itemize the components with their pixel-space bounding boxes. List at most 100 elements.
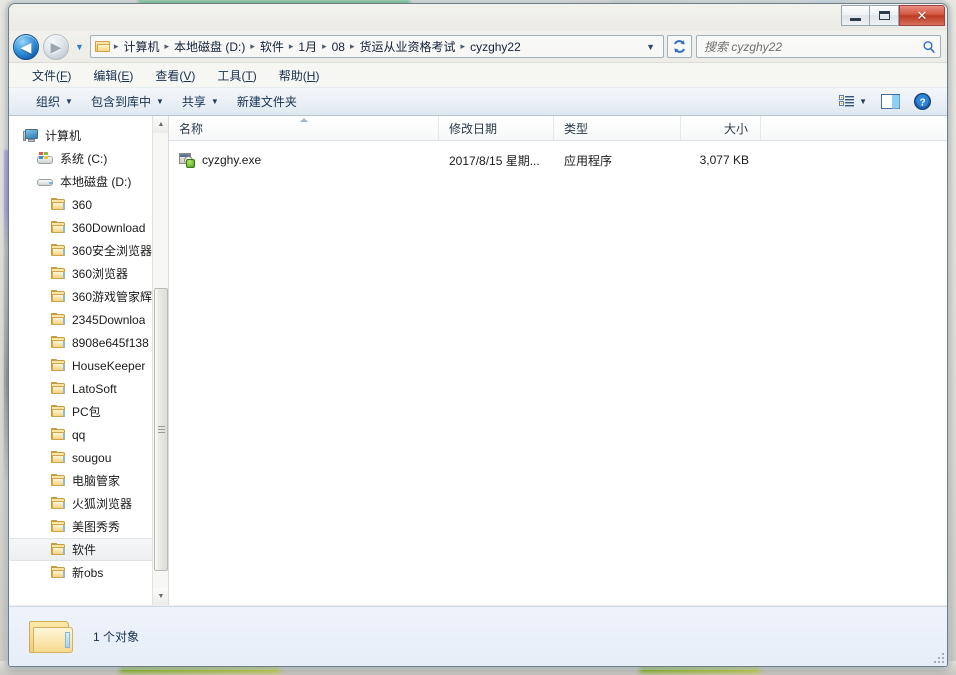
folder-icon [51, 497, 66, 510]
minimize-icon [850, 17, 861, 21]
breadcrumb-dropdown-icon[interactable]: ▼ [638, 42, 661, 52]
breadcrumb-separator: ▸ [113, 41, 119, 51]
view-options-button[interactable]: ▼ [833, 92, 873, 112]
nav-item-17[interactable]: 美图秀秀 [9, 515, 168, 538]
folder-icon [51, 198, 66, 211]
help-button[interactable]: ? [908, 90, 937, 113]
search-placeholder: 搜索 cyzghy22 [704, 40, 783, 54]
nav-item-label: PC包 [72, 405, 101, 419]
resize-grip[interactable] [933, 652, 945, 664]
breadcrumb-item-4[interactable]: 08 [329, 38, 348, 56]
breadcrumb-separator: ▸ [288, 41, 294, 51]
nav-item-18[interactable]: 软件 [9, 538, 156, 561]
nav-item-13[interactable]: qq [9, 423, 168, 446]
menu-item-edit[interactable]: 编辑(E) [82, 64, 144, 87]
menu-item-help[interactable]: 帮助(H) [268, 64, 331, 87]
nav-item-6[interactable]: 360浏览器 [9, 262, 168, 285]
column-header-date[interactable]: 修改日期 [439, 116, 554, 140]
nav-item-2[interactable]: 本地磁盘 (D:) [9, 170, 168, 193]
share-button[interactable]: 共享 ▼ [173, 89, 228, 114]
nav-item-label: 360Download [72, 220, 146, 235]
breadcrumb-item-5[interactable]: 货运从业资格考试 [357, 36, 459, 57]
address-bar: ◀ ▶ ▼ ▸ 计算机 ▸ 本地磁盘 (D:) ▸ 软件 ▸ 1月 ▸ 08 ▸… [9, 31, 947, 62]
breadcrumb-item-2[interactable]: 软件 [257, 36, 287, 57]
nav-item-11[interactable]: LatoSoft [9, 377, 168, 400]
navigation-scrollbar[interactable]: ▲ ▼ [152, 116, 168, 605]
nav-item-4[interactable]: 360Download [9, 216, 168, 239]
column-header-type[interactable]: 类型 [554, 116, 681, 140]
title-bar[interactable]: ✕ [9, 4, 947, 31]
folder-icon [51, 566, 66, 579]
scroll-down-button[interactable]: ▼ [153, 588, 168, 605]
folder-icon [51, 382, 66, 395]
breadcrumb[interactable]: ▸ 计算机 ▸ 本地磁盘 (D:) ▸ 软件 ▸ 1月 ▸ 08 ▸ 货运从业资… [89, 35, 664, 58]
nav-item-label: 软件 [72, 543, 97, 557]
search-input[interactable]: 搜索 cyzghy22 [696, 35, 941, 58]
nav-item-14[interactable]: sougou [9, 446, 168, 469]
preview-pane-button[interactable] [875, 91, 906, 112]
window-controls: ✕ [841, 5, 945, 26]
forward-button[interactable]: ▶ [43, 33, 69, 60]
nav-item-5[interactable]: 360安全浏览器 [9, 239, 168, 262]
nav-item-8[interactable]: 2345Downloa [9, 308, 168, 331]
nav-item-label: 2345Downloa [72, 312, 146, 327]
help-icon: ? [914, 93, 931, 110]
file-date-cell: 2017/8/15 星期... [449, 153, 540, 168]
include-in-library-label: 包含到库中 [90, 95, 151, 109]
nav-item-16[interactable]: 火狐浏览器 [9, 492, 168, 515]
file-name-cell: cyzghy.exe [169, 152, 439, 168]
file-name-label: cyzghy.exe [202, 153, 262, 167]
file-list-pane: 名称 修改日期 类型 大小 cyzghy.exe 2017/8/15 星期... 应… [169, 116, 947, 605]
chevron-down-icon: ▼ [859, 97, 867, 106]
nav-item-0[interactable]: 计算机 [9, 124, 168, 147]
table-row[interactable]: cyzghy.exe 2017/8/15 星期... 应用程序 3,077 KB [169, 147, 947, 173]
refresh-button[interactable] [667, 35, 692, 58]
column-header-size[interactable]: 大小 [681, 116, 761, 140]
column-header-spacer [761, 116, 947, 140]
breadcrumb-item-0[interactable]: 计算机 [120, 36, 162, 57]
breadcrumb-item-1[interactable]: 本地磁盘 (D:) [171, 36, 248, 57]
new-folder-button[interactable]: 新建文件夹 [228, 89, 306, 114]
nav-item-3[interactable]: 360 [9, 193, 168, 216]
nav-item-10[interactable]: HouseKeeper [9, 354, 168, 377]
nav-item-label: 美图秀秀 [72, 520, 121, 534]
maximize-icon [878, 11, 890, 20]
nav-item-1[interactable]: 系统 (C:) [9, 147, 168, 170]
nav-item-7[interactable]: 360游戏管家辉 [9, 285, 168, 308]
menu-item-tools[interactable]: 工具(T) [206, 64, 267, 87]
breadcrumb-separator: ▸ [164, 41, 169, 51]
back-button[interactable]: ◀ [13, 33, 39, 60]
nav-item-12[interactable]: PC包 [9, 400, 168, 423]
nav-item-label: 新obs [72, 566, 104, 580]
breadcrumb-item-6[interactable]: cyzghy22 [467, 38, 524, 56]
menu-item-view[interactable]: 查看(V) [144, 64, 206, 87]
include-in-library-button[interactable]: 包含到库中 ▼ [82, 89, 173, 114]
breadcrumb-item-3[interactable]: 1月 [295, 36, 320, 57]
nav-item-label: 360游戏管家辉 [72, 290, 153, 304]
maximize-button[interactable] [870, 5, 899, 26]
minimize-button[interactable] [841, 5, 870, 26]
column-header-name[interactable]: 名称 [169, 116, 439, 140]
history-dropdown-icon[interactable]: ▼ [73, 42, 86, 52]
organize-label: 组织 [36, 95, 61, 109]
file-list: cyzghy.exe 2017/8/15 星期... 应用程序 3,077 KB [169, 141, 947, 173]
preview-pane-icon [881, 94, 900, 109]
scroll-up-button[interactable]: ▲ [153, 116, 168, 133]
column-headers: 名称 修改日期 类型 大小 [169, 116, 947, 141]
folder-icon [51, 474, 66, 487]
breadcrumb-separator: ▸ [322, 41, 327, 51]
nav-item-15[interactable]: 电脑管家 [9, 469, 168, 492]
menu-item-file[interactable]: 文件(F) [21, 64, 82, 87]
drive-icon [37, 176, 54, 188]
navigation-pane: 计算机 系统 (C:) 本地磁盘 (D:) 360 360Download 360安全浏览… [9, 116, 169, 605]
nav-item-label: 360安全浏览器 [72, 244, 153, 258]
share-label: 共享 [181, 95, 206, 109]
nav-item-9[interactable]: 8908e645f138 [9, 331, 168, 354]
nav-item-19[interactable]: 新obs [9, 561, 168, 584]
close-button[interactable]: ✕ [899, 5, 945, 26]
organize-button[interactable]: 组织 ▼ [27, 89, 82, 114]
folder-icon [51, 290, 66, 303]
scrollbar-thumb[interactable] [154, 288, 168, 571]
exe-file-icon [179, 152, 195, 168]
view-options-icon [839, 94, 855, 106]
